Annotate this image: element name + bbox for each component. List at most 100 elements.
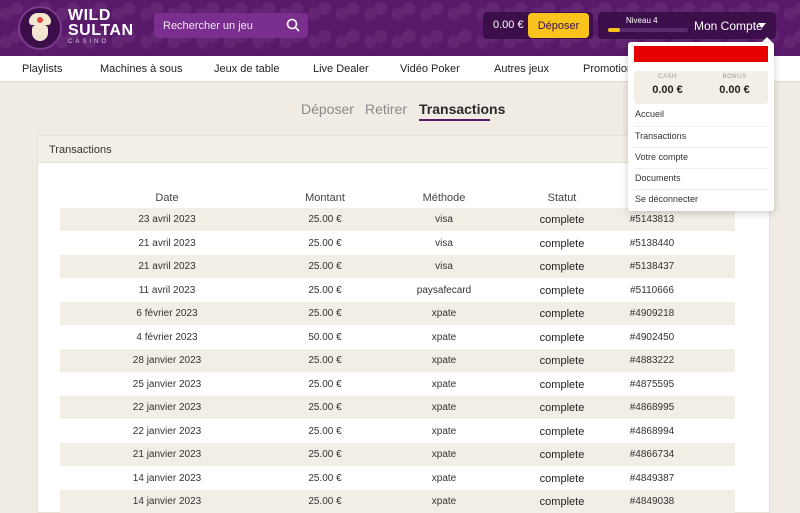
cell-id: #4849387 [629,472,675,484]
cell-date: 4 février 2023 [136,331,198,343]
nav-item-playlists[interactable]: Playlists [22,63,62,75]
nav-item-jeux-de-table[interactable]: Jeux de table [214,63,279,75]
column-header-methode: Méthode [422,192,466,204]
cell-method: xpate [431,402,457,413]
cell-status: complete [539,237,585,250]
table-row: 14 janvier 2023 25.00 € xpate complete #4849… [60,467,735,490]
cell-status: complete [539,214,585,226]
cell-id: #5138440 [629,237,675,249]
search-input[interactable] [163,19,283,32]
column-header-statut: Statut [547,192,577,204]
logo-icon[interactable] [18,6,62,50]
account-label: Mon Compte [694,19,763,33]
wallet-summary: CASH 0.00 € BONUS 0.00 € [634,71,768,104]
cell-id: #4909218 [629,308,675,319]
cell-id: #4902450 [629,331,675,343]
cell-method: xpate [431,472,457,484]
cell-status: complete [539,284,585,297]
redacted-username [634,46,768,62]
cell-date: 22 janvier 2023 [132,425,202,437]
tab-retirer[interactable]: Retirer [365,101,407,117]
table-row: 28 janvier 2023 25.00 € xpate complete #4883… [60,349,735,372]
active-tab-underline [419,119,490,121]
cell-amount: 25.00 € [308,261,342,272]
cell-date: 14 janvier 2023 [132,496,202,507]
cell-method: visa [435,214,453,225]
cell-method: xpate [431,331,457,343]
table-row: 21 janvier 2023 25.00 € xpate complete #4866… [60,443,735,466]
bonus-value: 0.00 € [719,84,750,96]
logo-text[interactable]: WILD SULTAN CASINO [68,8,134,46]
cell-amount: 50.00 € [308,331,342,343]
cell-status: complete [539,496,585,508]
cell-date: 25 janvier 2023 [132,378,202,390]
account-dropdown: CASH 0.00 € BONUS 0.00 € Accueil Transac… [628,37,774,211]
tab-transactions[interactable]: Transactions [419,101,505,117]
menu-item-votre-compte[interactable]: Votre compte [634,147,768,168]
cell-amount: 25.00 € [308,449,342,460]
level-progress-fill [608,28,620,32]
table-row: 22 janvier 2023 25.00 € xpate complete #4868… [60,420,735,443]
menu-item-accueil[interactable]: Accueil [634,105,768,126]
cash-value: 0.00 € [652,84,683,96]
column-header-montant: Montant [305,192,345,204]
cell-status: complete [539,355,585,367]
panel-title: Transactions [49,144,112,156]
cell-date: 28 janvier 2023 [132,355,202,366]
cell-method: paysafecard [416,284,472,296]
cell-date: 23 avril 2023 [138,214,196,225]
cell-status: complete [539,449,585,461]
search-icon[interactable] [286,18,300,32]
deposit-button[interactable]: Déposer [528,13,589,38]
cell-method: xpate [431,496,457,507]
cell-amount: 25.00 € [308,425,342,437]
cell-amount: 25.00 € [308,237,342,249]
nav-item-video-poker[interactable]: Vidéo Poker [400,63,460,75]
nav-item-machines-a-sous[interactable]: Machines à sous [100,63,183,75]
cell-amount: 25.00 € [308,472,342,484]
table-row: 4 février 2023 50.00 € xpate complete #49024… [60,326,735,349]
table-row: 6 février 2023 25.00 € xpate complete #49092… [60,302,735,325]
cell-date: 11 avril 2023 [138,284,196,296]
cell-status: complete [539,331,585,344]
cell-method: xpate [431,425,457,437]
table-row: 25 janvier 2023 25.00 € xpate complete #4875… [60,373,735,396]
cell-id: #4849038 [629,496,675,507]
cell-id: #4868995 [629,402,675,413]
menu-item-documents[interactable]: Documents [634,168,768,189]
cell-date: 6 février 2023 [136,308,198,319]
bonus-label: BONUS [722,74,747,80]
cell-id: #4866734 [629,449,675,460]
nav-item-autres-jeux[interactable]: Autres jeux [494,63,549,75]
cell-status: complete [539,308,585,320]
search-box [154,13,308,38]
cell-date: 21 janvier 2023 [132,449,202,460]
table-row: 21 avril 2023 25.00 € visa complete #5138437 [60,255,735,278]
nav-item-live-dealer[interactable]: Live Dealer [313,63,369,75]
cell-status: complete [539,378,585,391]
cell-amount: 25.00 € [308,378,342,390]
column-header-date: Date [155,192,179,204]
cell-id: #4868994 [629,425,675,437]
cell-amount: 25.00 € [308,496,342,507]
tab-deposer[interactable]: Déposer [301,101,354,117]
cell-id: #5138437 [629,261,675,272]
cell-amount: 25.00 € [308,355,342,366]
cell-amount: 25.00 € [308,214,342,225]
cell-id: #5143813 [629,214,675,225]
dropdown-arrow [762,37,772,42]
cell-method: xpate [431,449,457,460]
menu-item-se-deconnecter[interactable]: Se déconnecter [634,189,768,210]
cell-method: xpate [431,378,457,390]
menu-item-transactions[interactable]: Transactions [634,126,768,147]
cell-date: 14 janvier 2023 [132,472,202,484]
account-menu-button[interactable]: Niveau 4 Mon Compte [598,12,776,39]
level-progress-bar [608,28,688,32]
cell-id: #4875595 [629,378,675,390]
cell-method: visa [435,237,453,249]
table-row: 22 janvier 2023 25.00 € xpate complete #4868… [60,396,735,419]
table-row: 23 avril 2023 25.00 € visa complete #5143813 [60,208,735,231]
cell-amount: 25.00 € [308,402,342,413]
cell-method: xpate [431,355,457,366]
cell-amount: 25.00 € [308,284,342,296]
